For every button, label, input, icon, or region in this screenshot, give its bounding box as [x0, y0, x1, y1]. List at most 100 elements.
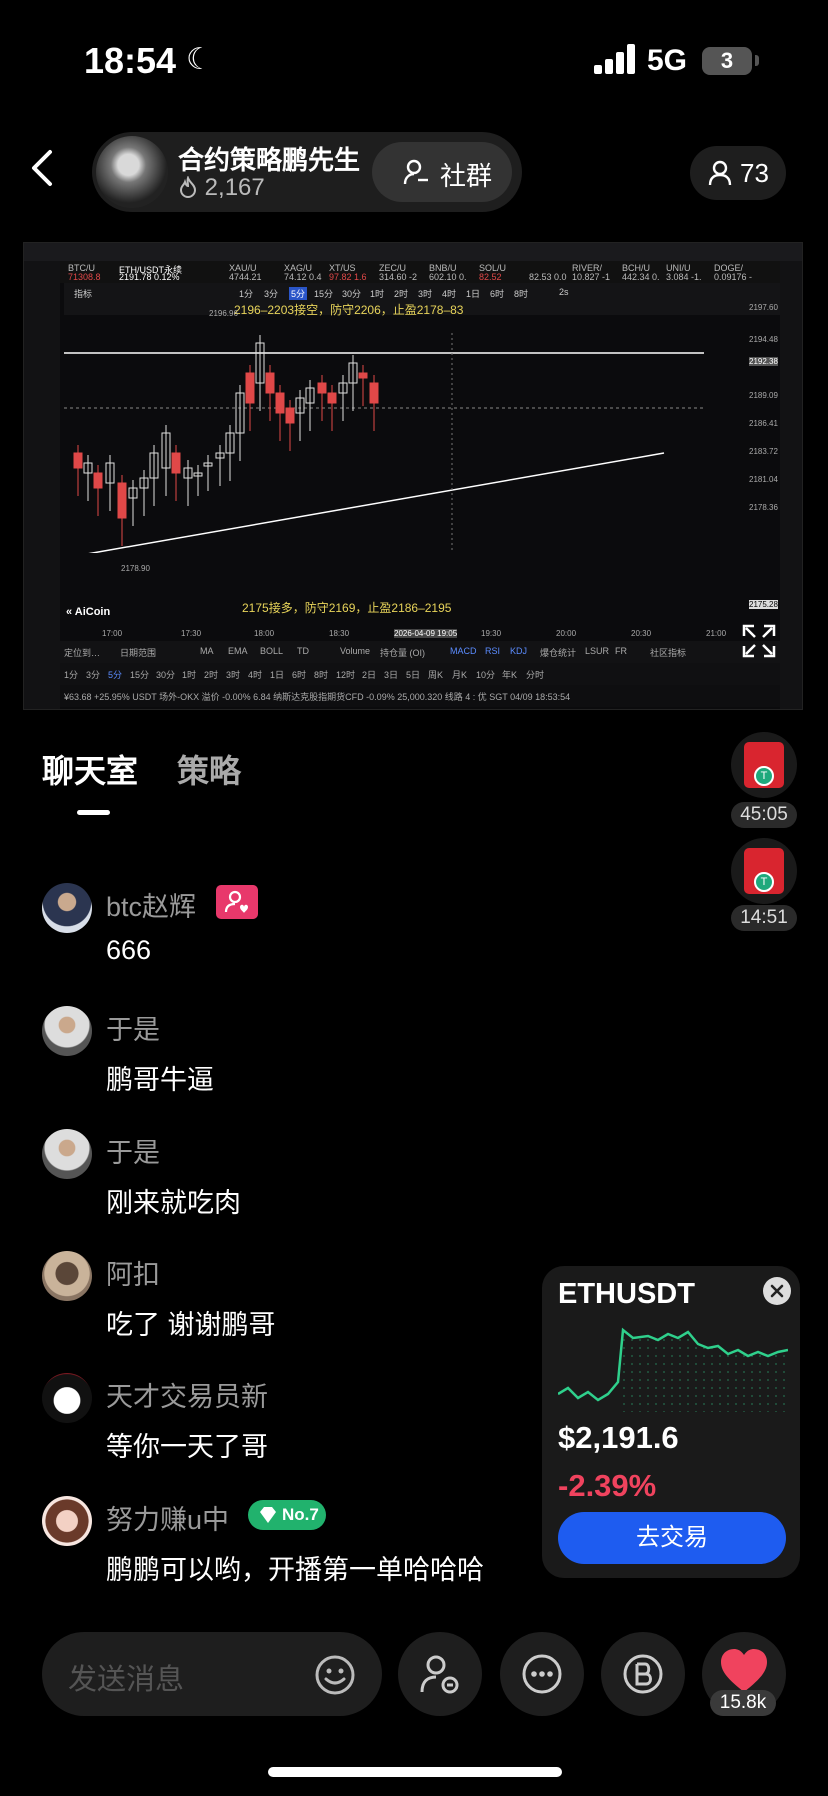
user-avatar[interactable]: [42, 1496, 92, 1546]
user-name[interactable]: 于是: [106, 1008, 160, 1047]
time-axis-label: 18:00: [254, 629, 275, 638]
more-button[interactable]: [500, 1632, 584, 1716]
ticker-strip: BTC/U ETH/USDT永续 XAU/U XAG/U XT/US ZEC/U…: [24, 261, 802, 283]
price-axis-label: 2189.09: [749, 391, 778, 400]
battery-cap-icon: [755, 55, 759, 66]
home-indicator[interactable]: [268, 1767, 562, 1777]
ticker-value: 442.34 0.: [622, 272, 660, 282]
back-icon[interactable]: [28, 148, 56, 188]
price-axis-label: 2192.38: [749, 357, 778, 366]
period: 3分: [86, 670, 101, 680]
candle-body: [117, 482, 127, 519]
candle-series: [73, 335, 379, 546]
fans-value: 2,167: [204, 174, 265, 201]
indicator: TD: [297, 646, 309, 656]
period: 10分: [476, 670, 496, 680]
aicoin-logo: « AiCoin: [66, 606, 111, 618]
chat-message: 阿扣 吃了 谢谢鹏哥: [42, 1251, 562, 1351]
period: 1时: [182, 670, 197, 680]
ticker-value: 82.52: [479, 272, 502, 282]
interval-tab: 6时: [490, 289, 505, 299]
period: 1日: [270, 670, 285, 680]
live-stream-video[interactable]: BTC/U ETH/USDT永续 XAU/U XAG/U XT/US ZEC/U…: [23, 242, 803, 710]
tab-strategy[interactable]: 策略: [177, 746, 241, 792]
price-axis-label: 2178.36: [749, 503, 778, 512]
community-button[interactable]: 社群: [372, 142, 512, 202]
viewer-count-button[interactable]: 73: [690, 146, 786, 200]
user-avatar[interactable]: [42, 1251, 92, 1301]
period: 5日: [406, 670, 421, 680]
interval-tab: 1时: [370, 289, 385, 299]
price-axis-label: 2181.04: [749, 475, 778, 484]
price-axis-label: 2197.60: [749, 303, 778, 312]
ticker-value: 82.53 0.0: [529, 272, 567, 282]
candle-body: [358, 372, 368, 379]
user-avatar[interactable]: [42, 1373, 92, 1423]
user-avatar[interactable]: [42, 1129, 92, 1179]
indicator: Volume: [340, 646, 371, 656]
user-add-icon: [403, 159, 428, 185]
user-avatar[interactable]: [42, 1006, 92, 1056]
indicator: EMA: [228, 646, 248, 656]
follow-button[interactable]: [398, 1632, 482, 1716]
candle-body: [317, 382, 327, 394]
red-packet-icon: T: [744, 848, 784, 894]
user-name[interactable]: 于是: [106, 1131, 160, 1170]
close-x-icon: [770, 1284, 784, 1298]
interval-tab: 8时: [514, 289, 529, 299]
message-text: 鹏鹏可以哟，开播第一单哈哈哈: [106, 1555, 484, 1585]
user-follow-icon: [420, 1655, 459, 1694]
rank-badge-text: No.7: [282, 1505, 319, 1524]
long-level-annotation: 2175接多，防守2169，止盈2186–2195: [242, 601, 452, 615]
more-dots-icon: [522, 1654, 562, 1694]
price-axis-label: 2186.41: [749, 419, 778, 428]
indicator-bar: 定位到… 日期范围 MA EMA BOLL TD Volume 持仓量 (OI)…: [60, 641, 780, 663]
user-name[interactable]: 努力赚u中: [106, 1498, 229, 1537]
aicoin-logo-text: AiCoin: [74, 606, 111, 618]
person-icon: [708, 160, 732, 186]
user-name[interactable]: 阿扣: [106, 1253, 160, 1292]
indicator: MA: [200, 646, 214, 656]
host-avatar[interactable]: [96, 136, 168, 208]
period: 30分: [156, 670, 176, 680]
interval-tab: 3时: [418, 289, 433, 299]
close-icon[interactable]: [763, 1277, 791, 1305]
interval-tab: 2s: [559, 287, 569, 297]
ticker-value: 314.60 -2: [379, 272, 418, 282]
period: 3日: [384, 670, 399, 680]
message-input[interactable]: 发送消息: [42, 1632, 382, 1716]
time-axis-label: 18:30: [329, 629, 350, 638]
interval-tab: 1分: [239, 289, 254, 299]
chat-message: 天才交易员新 等你一天了哥: [42, 1373, 562, 1473]
time-axis-label: 17:30: [181, 629, 202, 638]
emoji-icon[interactable]: [314, 1654, 356, 1696]
fullscreen-icon[interactable]: [742, 624, 776, 658]
ticker-value: 0.09176 -: [714, 272, 753, 282]
tab-chatroom[interactable]: 聊天室: [42, 746, 138, 792]
red-packet-icon: T: [744, 742, 784, 788]
ticker-change: -2.39%: [558, 1468, 657, 1503]
user-name[interactable]: btc赵辉: [106, 885, 196, 924]
host-fans-count: 2,167: [178, 174, 265, 202]
ticker-value: 602.10 0.: [429, 272, 467, 282]
user-avatar[interactable]: [42, 883, 92, 933]
user-name[interactable]: 天才交易员新: [106, 1375, 268, 1414]
indicator: BOLL: [260, 646, 284, 656]
time-axis-label: 2026-04-09 19:05: [394, 629, 458, 638]
price-axis-label: 2194.48: [749, 335, 778, 344]
candle-body: [265, 372, 275, 394]
community-label: 社群: [440, 161, 493, 191]
short-level-annotation: 2196–2203接空，防守2206，止盈2178–83: [234, 303, 464, 317]
coin-button[interactable]: [601, 1632, 685, 1716]
fan-badge: [216, 885, 258, 919]
moon-icon: ☾: [186, 43, 213, 76]
trade-button[interactable]: 去交易: [558, 1512, 786, 1564]
period: 12时: [336, 670, 356, 680]
period: 5分: [108, 670, 123, 680]
indicator: 日期范围: [120, 648, 157, 658]
period: 8时: [314, 670, 329, 680]
message-text: 666: [106, 935, 152, 965]
interval-tab: 指标: [74, 289, 93, 299]
message-text: 刚来就吃肉: [106, 1188, 241, 1218]
interval-tab: 30分: [342, 289, 362, 299]
